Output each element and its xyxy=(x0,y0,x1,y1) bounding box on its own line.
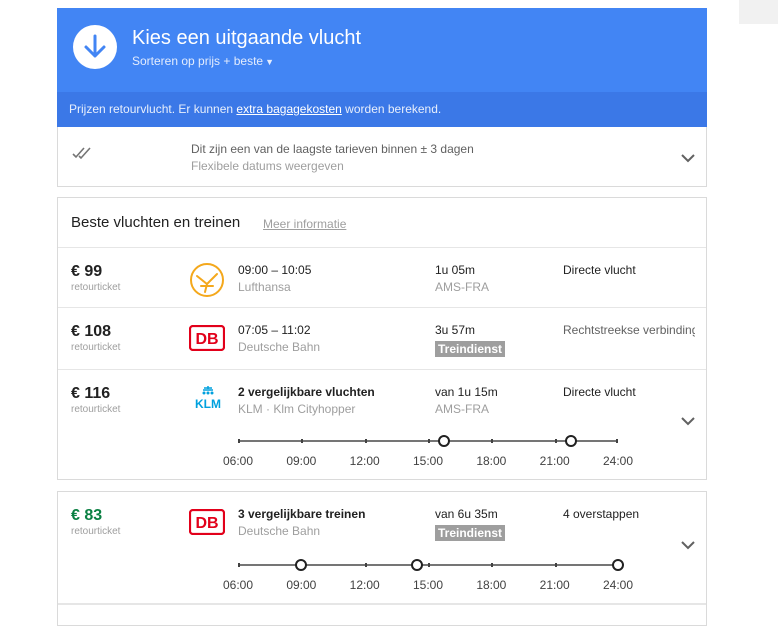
result-row[interactable]: € 83 retourticket DB 3 vergelijkbare tre… xyxy=(58,492,706,604)
chevron-down-icon[interactable] xyxy=(680,414,696,426)
departure-marker[interactable] xyxy=(411,559,424,571)
price-type: retourticket xyxy=(71,526,121,537)
departure-marker[interactable] xyxy=(564,435,577,447)
svg-text:KLM: KLM xyxy=(195,397,221,411)
db-logo: DB xyxy=(188,508,226,540)
route: AMS-FRA xyxy=(435,402,489,416)
price-type: retourticket xyxy=(71,404,121,415)
chevron-down-icon[interactable] xyxy=(680,151,696,163)
timeline-label: 12:00 xyxy=(349,454,380,468)
timeline-tick xyxy=(491,563,494,567)
result-row[interactable]: € 99 retourticket 09:00 – 10:05 Lufthans… xyxy=(58,248,706,308)
lowest-fares-notice[interactable]: Dit zijn een van de laagste tarieven bin… xyxy=(57,127,707,187)
carrier: Deutsche Bahn xyxy=(238,340,321,354)
train-badge: Treindienst xyxy=(435,525,506,541)
price: € 83 xyxy=(71,507,103,524)
timeline-label: 21:00 xyxy=(539,454,570,468)
arrow-down-icon xyxy=(73,25,117,69)
timeline-tick xyxy=(301,439,304,443)
duration: van 1u 15m xyxy=(435,385,498,399)
flight-count: 2 vergelijkbare vluchten xyxy=(238,385,375,399)
timeline-tick xyxy=(238,563,240,567)
db-logo: DB xyxy=(188,324,226,356)
duration: van 6u 35m xyxy=(435,507,498,521)
timeline-label: 18:00 xyxy=(476,578,507,592)
timeline-tick xyxy=(428,439,430,443)
flight-times: 09:00 – 10:05 xyxy=(238,263,312,277)
timeline-tick xyxy=(364,563,367,567)
duration: 1u 05m xyxy=(435,263,476,277)
timeline-tick xyxy=(491,439,494,443)
stops: 4 overstappen xyxy=(563,507,640,521)
duration: 3u 57m xyxy=(435,323,476,337)
side-panel-edge xyxy=(739,0,778,24)
sort-label: Sorteren op prijs + beste xyxy=(132,54,264,68)
timeline-label: 15:00 xyxy=(412,578,444,592)
timeline-label: 12:00 xyxy=(349,578,380,592)
stops: Directe vlucht xyxy=(563,263,636,277)
card-title: Beste vluchten en treinen xyxy=(71,214,241,231)
stops: Rechtstreekse verbinding xyxy=(563,323,695,337)
departure-marker[interactable] xyxy=(612,559,624,571)
outbound-header: Kies een uitgaande vlucht Sorteren op pr… xyxy=(57,8,707,92)
result-row[interactable]: € 108 retourticket DB 07:05 – 11:02 Deut… xyxy=(58,308,706,370)
page-title: Kies een uitgaande vlucht xyxy=(132,27,362,49)
timeline-tick xyxy=(238,439,240,443)
info-text: Prijzen retourvlucht. Er kunnen xyxy=(69,102,237,116)
flight-results: Kies een uitgaande vlucht Sorteren op pr… xyxy=(57,8,707,626)
price: € 99 xyxy=(71,263,103,280)
info-text-end: worden berekend. xyxy=(341,102,442,116)
departure-timeline: 06:00 09:00 12:00 15:00 18:00 21:00 24:00 xyxy=(223,556,633,596)
departure-timeline: 06:00 09:00 12:00 15:00 18:00 21:00 24:00 xyxy=(223,432,633,472)
stops: Directe vlucht xyxy=(563,385,636,399)
flexible-dates-link[interactable]: Flexibele datums weergeven xyxy=(191,159,344,173)
carrier: Deutsche Bahn xyxy=(238,524,321,538)
svg-text:DB: DB xyxy=(195,515,218,532)
price-type: retourticket xyxy=(71,282,121,293)
timeline-label: 15:00 xyxy=(412,454,444,468)
train-count: 3 vergelijkbare treinen xyxy=(238,507,366,521)
svg-text:DB: DB xyxy=(195,331,218,348)
trains-card: € 83 retourticket DB 3 vergelijkbare tre… xyxy=(57,491,707,626)
card-header: Beste vluchten en treinen Meer informati… xyxy=(58,198,706,248)
departure-marker[interactable] xyxy=(437,435,450,447)
caret-down-icon: ▼ xyxy=(265,57,274,67)
timeline-label: 21:00 xyxy=(539,578,570,592)
next-row-partial xyxy=(58,604,706,625)
flight-times: 07:05 – 11:02 xyxy=(238,323,311,337)
double-check-icon xyxy=(72,146,98,165)
price: € 108 xyxy=(71,323,112,340)
more-info-link[interactable]: Meer informatie xyxy=(263,217,346,231)
timeline-tick xyxy=(428,563,430,567)
timeline-tick xyxy=(616,439,618,443)
timeline-tick xyxy=(554,563,557,567)
lowest-fares-text: Dit zijn een van de laagste tarieven bin… xyxy=(191,142,474,156)
timeline-label: 18:00 xyxy=(476,454,507,468)
chevron-down-icon[interactable] xyxy=(680,538,696,550)
price-type: retourticket xyxy=(71,342,121,353)
best-flights-card: Beste vluchten en treinen Meer informati… xyxy=(57,197,707,480)
route: AMS-FRA xyxy=(435,280,489,294)
result-row[interactable]: € 116 retourticket KLM 2 vergelijkbare v… xyxy=(58,370,706,479)
baggage-fees-link[interactable]: extra bagagekosten xyxy=(236,102,341,116)
price: € 116 xyxy=(71,385,111,402)
timeline-tick xyxy=(364,439,367,443)
carrier: Lufthansa xyxy=(238,280,291,294)
sort-dropdown[interactable]: Sorteren op prijs + beste ▼ xyxy=(132,54,274,68)
lufthansa-logo xyxy=(189,262,225,303)
price-info-bar: Prijzen retourvlucht. Er kunnen extra ba… xyxy=(57,92,707,127)
carrier: KLM · Klm Cityhopper xyxy=(238,402,356,416)
timeline-label: 24:00 xyxy=(602,454,634,468)
timeline-label: 09:00 xyxy=(286,454,317,468)
timeline-label: 06:00 xyxy=(222,454,254,468)
train-badge: Treindienst xyxy=(435,341,506,357)
timeline-tick xyxy=(554,439,557,443)
timeline-label: 24:00 xyxy=(602,578,634,592)
departure-marker[interactable] xyxy=(295,559,308,571)
klm-logo: KLM xyxy=(189,386,227,417)
timeline-label: 09:00 xyxy=(286,578,317,592)
timeline-label: 06:00 xyxy=(222,578,254,592)
